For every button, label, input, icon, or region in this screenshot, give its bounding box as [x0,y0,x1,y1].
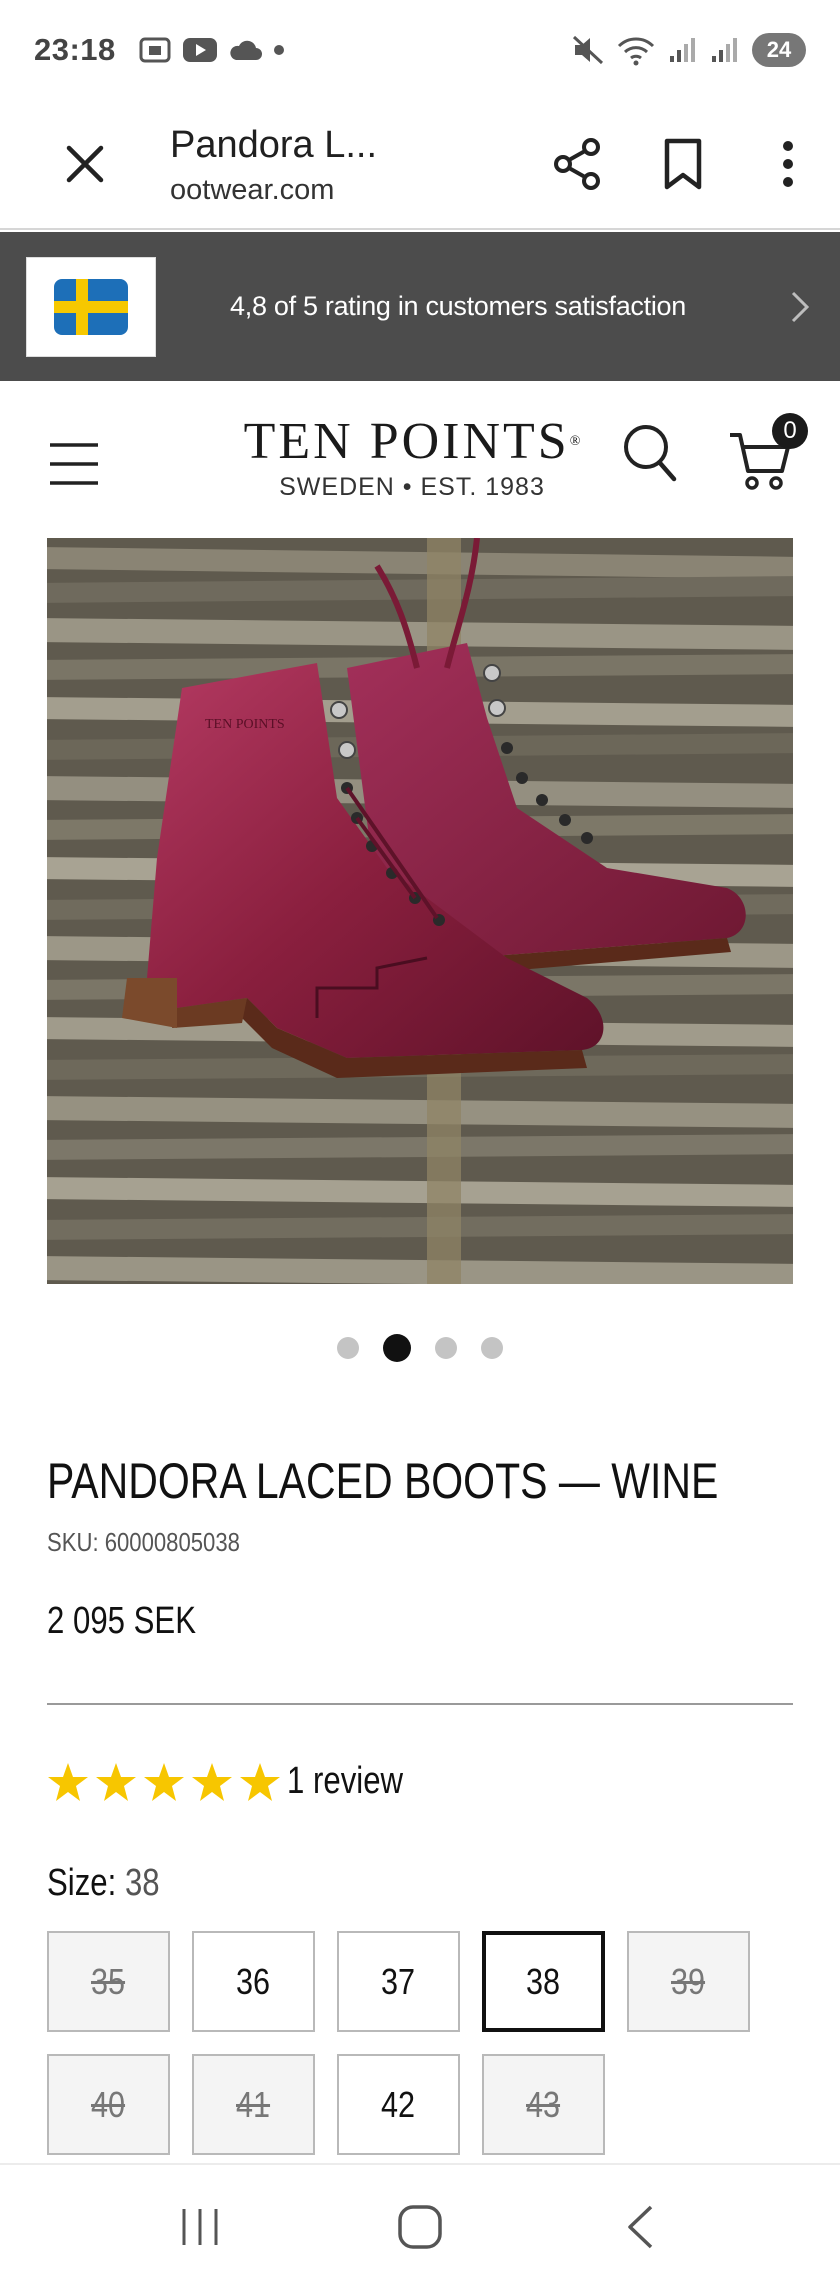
page-url: ootwear.com [170,173,335,206]
more-options-button[interactable] [735,109,840,219]
page-title: Pandora L... [170,123,378,166]
search-icon [624,425,677,482]
product-image[interactable]: TEN POINTS [47,538,793,1284]
size-row: 35 36 37 38 39 [47,1931,807,2032]
back-icon [628,2205,653,2249]
home-icon [398,2205,442,2249]
screenshot-icon [139,37,171,63]
carousel-dot-1[interactable] [337,1337,359,1359]
star-icon [48,1762,88,1801]
size-option[interactable]: 40 [47,2054,170,2155]
svg-text:TEN POINTS: TEN POINTS [205,717,285,732]
product-title: PANDORA LACED BOOTS — WINE [47,1453,719,1509]
size-selector: 35 36 37 38 39 40 41 42 43 [47,1931,807,2177]
size-option[interactable]: 38 [482,1931,605,2032]
size-option[interactable]: 42 [337,2054,460,2155]
status-right-icons: 24 [572,33,806,67]
chevron-right-icon [760,290,840,324]
more-icon [782,141,793,187]
rating-stars [47,1762,281,1802]
star-icon [240,1762,280,1801]
site-header: TEN POINTS® SWEDEN • EST. 1983 0 [0,381,840,536]
back-button[interactable] [580,2177,700,2277]
size-option[interactable]: 37 [337,1931,460,2032]
review-count[interactable]: 1 review [287,1760,403,1803]
dot-icon [273,45,284,55]
url-block[interactable]: Pandora L... ootwear.com [170,122,460,207]
star-icon [144,1762,184,1801]
status-left-icons [138,35,286,65]
close-tab-button[interactable] [0,99,170,229]
system-navigation-bar [0,2163,840,2289]
recent-apps-icon [182,2209,218,2245]
share-icon [553,138,600,190]
size-row: 40 41 42 43 [47,2054,807,2155]
cart-button[interactable]: 0 [728,413,808,499]
product-rating[interactable]: 1 review [47,1760,429,1803]
hamburger-icon [50,443,98,485]
browser-actions [525,109,840,219]
boots-photo: TEN POINTS [47,538,793,1284]
share-button[interactable] [525,109,630,219]
carousel-dot-2[interactable] [383,1334,411,1362]
size-option[interactable]: 43 [482,2054,605,2155]
cart-count-badge: 0 [772,413,808,449]
carousel-dots [0,1334,840,1362]
home-button[interactable] [360,2177,480,2277]
logo-tagline: SWEDEN • EST. 1983 [279,473,545,501]
star-icon [192,1762,232,1801]
bookmark-icon [664,138,701,190]
status-time: 23:18 [34,32,116,67]
close-icon [66,145,104,183]
star-icon [96,1762,136,1801]
promo-text: 4,8 of 5 rating in customers satisfactio… [230,291,686,321]
size-option[interactable]: 39 [627,1931,750,2032]
size-label: Size: 38 [47,1862,160,1904]
carousel-dot-3[interactable] [435,1337,457,1359]
size-option[interactable]: 41 [192,2054,315,2155]
browser-toolbar: Pandora L... ootwear.com [0,100,840,230]
menu-button[interactable] [48,441,100,492]
youtube-icon [182,38,217,62]
battery-indicator: 24 [752,33,806,67]
recent-apps-button[interactable] [140,2177,260,2277]
selected-size: 38 [124,1862,160,1904]
sweden-flag [26,256,156,357]
product-price: 2 095 SEK [47,1600,196,1642]
rating-promo-banner[interactable]: 4,8 of 5 rating in customers satisfactio… [0,232,840,381]
signal-icon [670,38,695,62]
bookmark-button[interactable] [630,109,735,219]
status-bar: 23:18 24 [0,0,840,100]
size-option[interactable]: 36 [192,1931,315,2032]
divider [47,1703,793,1705]
mute-icon [572,35,604,65]
carousel-dot-4[interactable] [481,1337,503,1359]
brand-logo[interactable]: TEN POINTS® SWEDEN • EST. 1983 [222,415,602,502]
size-option[interactable]: 35 [47,1931,170,2032]
product-sku: SKU: 60000805038 [47,1527,240,1557]
wifi-icon [617,37,655,66]
search-button[interactable] [622,423,678,488]
logo-main: TEN POINTS® [243,413,581,470]
cloud-icon [230,40,262,60]
sweden-flag-icon [54,278,128,335]
signal-icon [712,38,737,62]
